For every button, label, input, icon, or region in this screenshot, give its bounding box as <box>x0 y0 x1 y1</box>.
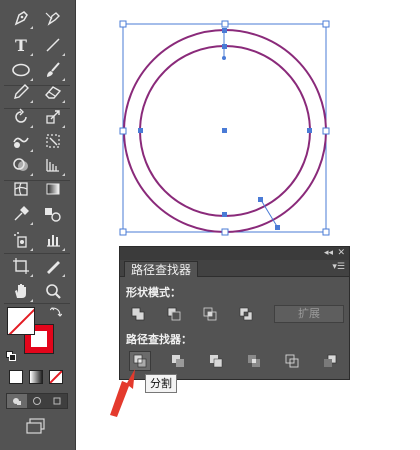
artboard-icon[interactable] <box>6 252 36 280</box>
draw-normal-icon[interactable] <box>7 394 27 408</box>
close-panel-icon[interactable]: ✕ <box>337 247 345 260</box>
bounding-box <box>122 23 327 233</box>
direction-handle-bottom <box>260 199 279 229</box>
type-icon[interactable]: T <box>6 31 36 59</box>
pencil-icon[interactable] <box>6 78 36 106</box>
type-tool-label: T <box>15 35 27 55</box>
divide-icon[interactable] <box>129 351 151 371</box>
collapse-panel-icon[interactable]: ◂◂ <box>324 247 333 260</box>
tools-panel: T <box>0 0 76 450</box>
anchor-point-icon[interactable] <box>38 4 68 32</box>
gradient-icon[interactable] <box>38 175 68 203</box>
bounding-box-handles[interactable] <box>119 20 330 236</box>
slice-icon[interactable] <box>38 252 68 280</box>
mesh-icon[interactable] <box>6 175 36 203</box>
minus-back-icon[interactable] <box>320 352 340 370</box>
divide-tooltip: 分割 <box>145 374 177 393</box>
hand-icon[interactable] <box>6 277 36 305</box>
anchor-points[interactable] <box>138 28 312 230</box>
eraser-icon[interactable] <box>38 78 68 106</box>
pathfinder-panel: ◂◂ ✕ 路径查找器 ▾☰ 形状模式： 扩展 路径查找器： <box>119 246 350 380</box>
panel-menu-icon[interactable]: ▾☰ <box>332 262 345 272</box>
pen-icon[interactable] <box>6 4 36 32</box>
draw-mode-group <box>6 393 68 409</box>
gradient-mode-icon[interactable] <box>29 370 43 384</box>
default-colors-icon[interactable] <box>6 346 16 361</box>
none-mode-icon[interactable] <box>49 370 63 384</box>
outline-icon[interactable] <box>282 352 302 370</box>
line-segment-icon[interactable] <box>38 31 68 59</box>
tab-pathfinder[interactable]: 路径查找器 <box>124 261 199 277</box>
zoom-icon[interactable] <box>38 277 68 305</box>
color-mode-icon[interactable] <box>9 370 23 384</box>
panel-titlebar[interactable]: ◂◂ ✕ <box>120 247 349 260</box>
minus-front-icon[interactable] <box>164 305 184 323</box>
fill-color-swatch[interactable] <box>7 307 35 335</box>
column-graph-icon[interactable] <box>38 226 68 254</box>
unite-icon[interactable] <box>128 305 148 323</box>
pathfinders-label: 路径查找器： <box>126 333 192 346</box>
trim-icon[interactable] <box>168 352 188 370</box>
expand-button[interactable]: 扩展 <box>274 305 344 323</box>
symbol-sprayer-icon[interactable] <box>6 226 36 254</box>
outer-circle[interactable] <box>123 29 327 233</box>
blend-icon[interactable] <box>38 200 68 228</box>
illustrator-workspace: T ◂◂ ✕ 路径查找器 ▾☰ 形状模式： 扩展 路径查找器： 分割 <box>0 0 420 450</box>
draw-inside-icon[interactable] <box>47 394 67 408</box>
screen-mode-icon[interactable] <box>25 418 47 438</box>
swap-colors-icon[interactable] <box>49 306 63 321</box>
draw-behind-icon[interactable] <box>27 394 47 408</box>
eyedropper-icon[interactable] <box>6 200 36 228</box>
exclude-icon[interactable] <box>236 305 256 323</box>
shape-modes-label: 形状模式： <box>126 286 181 299</box>
crop-icon[interactable] <box>244 352 264 370</box>
intersect-icon[interactable] <box>200 305 220 323</box>
inner-circle[interactable] <box>139 45 311 217</box>
merge-icon[interactable] <box>206 352 226 370</box>
